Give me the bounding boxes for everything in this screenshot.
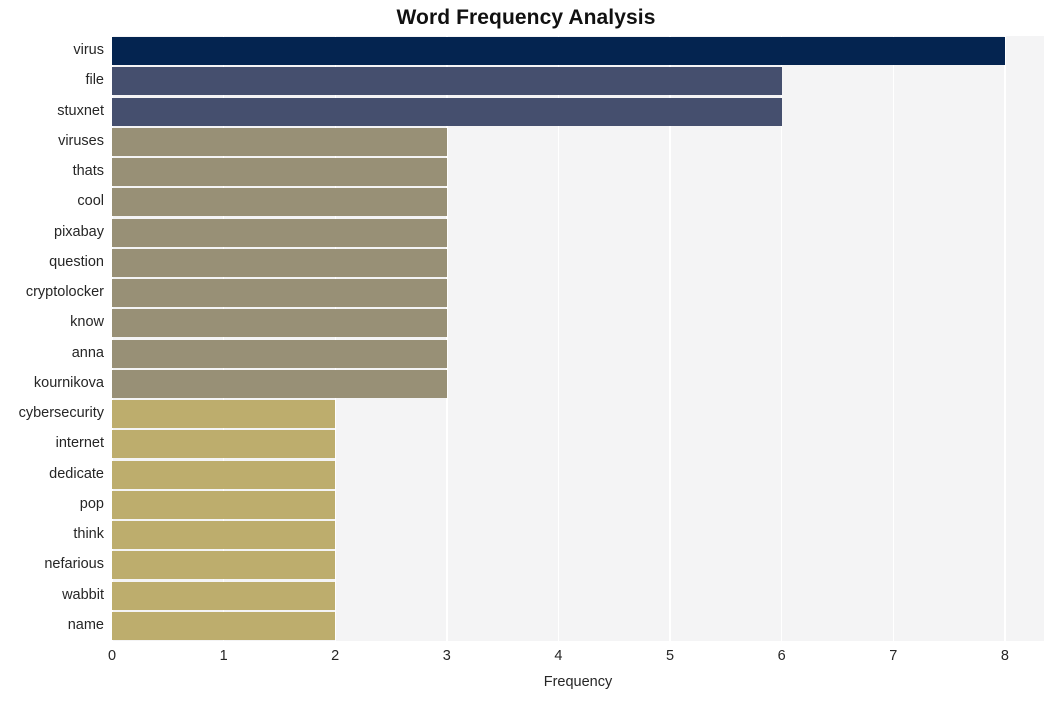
bar-row[interactable] xyxy=(112,339,1044,368)
y-axis-label-stuxnet: stuxnet xyxy=(57,102,104,119)
gridline-x-0 xyxy=(112,36,113,641)
x-axis-tick-8: 8 xyxy=(1000,648,1009,664)
word-frequency-chart: Word Frequency Analysis virus file stuxnet… xyxy=(0,0,1052,701)
x-axis-tick-2: 2 xyxy=(331,648,340,664)
gridline-x-7 xyxy=(892,36,894,641)
y-axis-label-know: know xyxy=(70,314,104,331)
bar-cryptolocker[interactable] xyxy=(112,279,447,308)
bar-row[interactable] xyxy=(112,521,1044,550)
bar-row[interactable] xyxy=(112,551,1044,580)
bar-row[interactable] xyxy=(112,369,1044,398)
gridline-x-1 xyxy=(222,36,225,641)
y-axis-label-thats: thats xyxy=(72,163,104,180)
y-axis-label-cryptolocker: cryptolocker xyxy=(25,284,104,301)
y-axis-label-pixabay: pixabay xyxy=(54,223,104,240)
x-axis-tick-6: 6 xyxy=(777,648,786,664)
gridline-x-8 xyxy=(1004,36,1006,641)
y-axis-label-question: question xyxy=(49,253,104,270)
bar-row[interactable] xyxy=(112,460,1044,489)
gridline-x-5 xyxy=(669,36,671,641)
bar-row[interactable] xyxy=(112,37,1044,66)
bar-row[interactable] xyxy=(112,127,1044,156)
bar-kournikova[interactable] xyxy=(112,369,447,398)
bar-internet[interactable] xyxy=(112,430,336,459)
bar-row[interactable] xyxy=(112,430,1044,459)
bar-row[interactable] xyxy=(112,611,1044,640)
x-axis-title: Frequency xyxy=(543,674,613,690)
bar-question[interactable] xyxy=(112,248,447,277)
y-axis-label-dedicate: dedicate xyxy=(49,465,104,482)
x-axis-tick-4: 4 xyxy=(554,648,563,664)
bar-pop[interactable] xyxy=(112,490,336,519)
bar-dedicate[interactable] xyxy=(112,460,336,489)
bar-row[interactable] xyxy=(112,97,1044,126)
bar-name[interactable] xyxy=(112,611,336,640)
bar-row[interactable] xyxy=(112,279,1044,308)
bar-viruses[interactable] xyxy=(112,127,447,156)
bar-row[interactable] xyxy=(112,248,1044,277)
y-axis-label-name: name xyxy=(67,616,104,633)
x-axis-tick-3: 3 xyxy=(442,648,451,664)
x-axis-tick-1: 1 xyxy=(219,648,228,664)
bar-row[interactable] xyxy=(112,309,1044,338)
plot-area xyxy=(112,36,1044,641)
y-axis-label-wabbit: wabbit xyxy=(62,586,104,603)
bar-row[interactable] xyxy=(112,490,1044,519)
bar-pixabay[interactable] xyxy=(112,218,447,247)
bar-nefarious[interactable] xyxy=(112,551,336,580)
bar-row[interactable] xyxy=(112,67,1044,96)
bar-wabbit[interactable] xyxy=(112,581,336,610)
bar-thats[interactable] xyxy=(112,158,447,187)
bar-row[interactable] xyxy=(112,158,1044,187)
bar-stuxnet[interactable] xyxy=(112,97,782,126)
bar-cybersecurity[interactable] xyxy=(112,400,336,429)
bar-think[interactable] xyxy=(112,521,336,550)
x-axis-tick-0: 0 xyxy=(107,648,117,664)
x-axis-tick-labels: 0 1 2 3 4 5 6 7 8 xyxy=(108,648,1044,670)
bar-know[interactable] xyxy=(112,309,447,338)
gridline-x-6 xyxy=(781,36,783,641)
bar-anna[interactable] xyxy=(112,339,447,368)
y-axis-label-file: file xyxy=(85,72,104,89)
y-axis-label-nefarious: nefarious xyxy=(44,556,104,573)
gridline-x-4 xyxy=(557,36,560,641)
gridline-x-3 xyxy=(446,36,448,641)
y-axis-label-cybersecurity: cybersecurity xyxy=(18,405,104,422)
bar-row[interactable] xyxy=(112,400,1044,429)
gridline-x-2 xyxy=(334,36,336,641)
x-axis-tick-5: 5 xyxy=(666,648,675,664)
bar-row[interactable] xyxy=(112,218,1044,247)
bar-file[interactable] xyxy=(112,67,782,96)
y-axis-label-viruses: viruses xyxy=(58,132,104,149)
bar-row[interactable] xyxy=(112,188,1044,217)
y-axis-label-internet: internet xyxy=(55,435,104,452)
y-axis-label-pop: pop xyxy=(79,495,104,512)
y-axis-label-kournikova: kournikova xyxy=(33,374,104,391)
y-axis-label-virus: virus xyxy=(73,42,104,59)
bar-cool[interactable] xyxy=(112,188,447,217)
y-axis-label-think: think xyxy=(73,526,104,543)
bar-row[interactable] xyxy=(112,581,1044,610)
y-axis-label-anna: anna xyxy=(71,344,104,361)
x-axis-tick-7: 7 xyxy=(889,648,898,664)
y-axis-labels: virus file stuxnet viruses thats cool pixabay q… xyxy=(0,36,104,641)
y-axis-label-cool: cool xyxy=(77,193,104,210)
bar-virus[interactable] xyxy=(112,37,1005,66)
chart-title: Word Frequency Analysis xyxy=(396,6,656,29)
